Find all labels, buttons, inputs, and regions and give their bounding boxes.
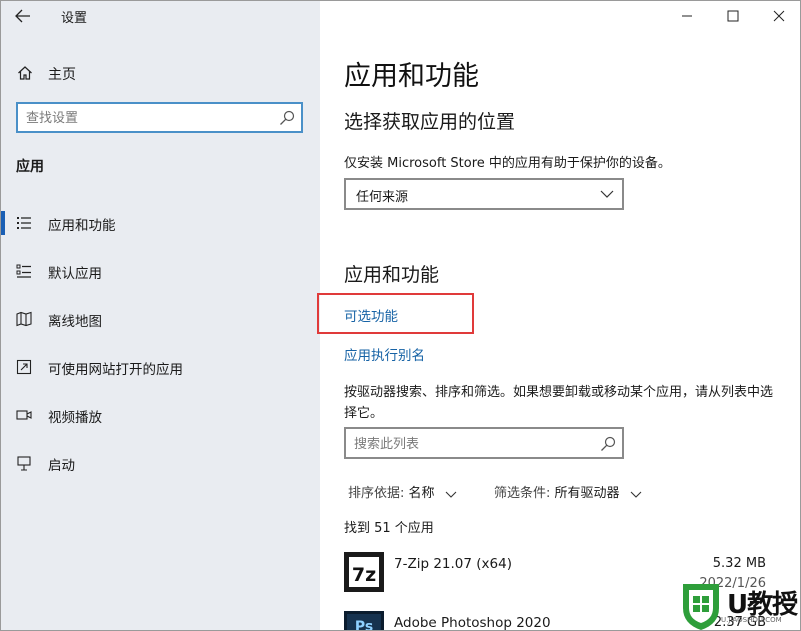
window-title: 设置 bbox=[61, 11, 88, 26]
sort-by-value: 名称 bbox=[408, 486, 435, 501]
minimize-icon bbox=[682, 15, 692, 17]
sidebar-item-default-apps[interactable]: 默认应用 bbox=[1, 253, 320, 289]
filter-by-control[interactable]: 筛选条件: 所有驱动器 bbox=[494, 482, 642, 501]
sidebar-item-label: 启动 bbox=[48, 458, 75, 474]
sidebar-item-label: 可使用网站打开的应用 bbox=[48, 362, 183, 378]
chevron-down-icon bbox=[630, 491, 642, 498]
apps-features-heading: 应用和功能 bbox=[344, 264, 440, 286]
apps-list-search-box[interactable] bbox=[344, 427, 624, 459]
sidebar-item-label: 默认应用 bbox=[48, 266, 102, 282]
apps-for-websites-icon bbox=[16, 359, 32, 375]
apps-features-icon bbox=[17, 217, 31, 229]
dropdown-value: 任何来源 bbox=[356, 190, 409, 205]
settings-search-input[interactable] bbox=[26, 108, 276, 128]
maximize-icon bbox=[727, 10, 739, 22]
back-button[interactable] bbox=[11, 5, 35, 27]
app-name: 7-Zip 21.07 (x64) bbox=[394, 556, 512, 572]
sidebar-section-heading: 应用 bbox=[16, 159, 44, 175]
minimize-button[interactable] bbox=[664, 1, 710, 31]
close-button[interactable] bbox=[756, 1, 800, 31]
close-icon bbox=[773, 10, 785, 22]
chevron-down-icon bbox=[445, 491, 457, 498]
home-label: 主页 bbox=[48, 67, 76, 83]
app-source-dropdown[interactable]: 任何来源 bbox=[344, 178, 624, 210]
app-name: Adobe Photoshop 2020 bbox=[394, 615, 551, 631]
sort-by-label: 排序依据: bbox=[348, 486, 405, 501]
highlight-annotation bbox=[317, 293, 474, 334]
page-title: 应用和功能 bbox=[344, 61, 479, 92]
watermark-subtext: U.JIAOSHOU.COM bbox=[721, 616, 782, 624]
maximize-button[interactable] bbox=[710, 1, 756, 31]
choose-location-heading: 选择获取应用的位置 bbox=[344, 111, 516, 133]
sort-by-control[interactable]: 排序依据: 名称 bbox=[348, 482, 457, 501]
7zip-app-icon: 7z bbox=[344, 552, 384, 592]
sidebar-item-apps-features[interactable]: 应用和功能 bbox=[1, 205, 320, 241]
title-bar: 设置 bbox=[1, 1, 320, 31]
sidebar: 设置 主页 应用 应用和功能 bbox=[1, 1, 320, 630]
sidebar-item-home[interactable]: 主页 bbox=[1, 58, 320, 88]
sidebar-item-video-playback[interactable]: 视频播放 bbox=[1, 397, 320, 433]
filter-by-value: 所有驱动器 bbox=[554, 486, 620, 501]
apps-list-search-input[interactable] bbox=[354, 434, 594, 454]
sidebar-item-offline-maps[interactable]: 离线地图 bbox=[1, 301, 320, 337]
video-playback-icon bbox=[16, 410, 32, 420]
sidebar-item-label: 离线地图 bbox=[48, 314, 102, 330]
apps-list-description: 按驱动器搜索、排序和筛选。如果想要卸载或移动某个应用，请从列表中选择它。 bbox=[344, 385, 774, 421]
home-icon bbox=[18, 66, 32, 80]
sidebar-item-startup[interactable]: 启动 bbox=[1, 445, 320, 481]
settings-window: 设置 主页 应用 应用和功能 bbox=[0, 0, 801, 631]
sidebar-item-label: 应用和功能 bbox=[48, 218, 116, 234]
filter-by-label: 筛选条件: bbox=[494, 486, 551, 501]
offline-maps-icon bbox=[16, 311, 32, 327]
active-indicator bbox=[1, 211, 5, 235]
sidebar-item-label: 视频播放 bbox=[48, 410, 102, 426]
startup-icon bbox=[17, 456, 31, 471]
sidebar-item-apps-for-websites[interactable]: 可使用网站打开的应用 bbox=[1, 349, 320, 385]
window-controls bbox=[664, 1, 800, 31]
default-apps-icon bbox=[16, 264, 31, 278]
chevron-down-icon bbox=[600, 190, 614, 198]
svg-text:Ps: Ps bbox=[355, 619, 373, 631]
settings-search-box[interactable] bbox=[16, 102, 303, 133]
search-icon[interactable] bbox=[600, 436, 616, 452]
watermark-logo-icon bbox=[683, 584, 719, 630]
photoshop-app-icon: Ps bbox=[344, 611, 384, 631]
back-arrow-icon bbox=[15, 9, 30, 23]
svg-text:7z: 7z bbox=[352, 564, 376, 586]
apps-count: 找到 51 个应用 bbox=[344, 521, 434, 536]
choose-location-description: 仅安装 Microsoft Store 中的应用有助于保护你的设备。 bbox=[344, 156, 671, 171]
app-size: 5.32 MB bbox=[712, 556, 766, 571]
app-execution-alias-link[interactable]: 应用执行别名 bbox=[344, 344, 425, 364]
watermark: U教授 U.JIAOSHOU.COM bbox=[677, 578, 800, 630]
search-icon[interactable] bbox=[279, 110, 295, 126]
